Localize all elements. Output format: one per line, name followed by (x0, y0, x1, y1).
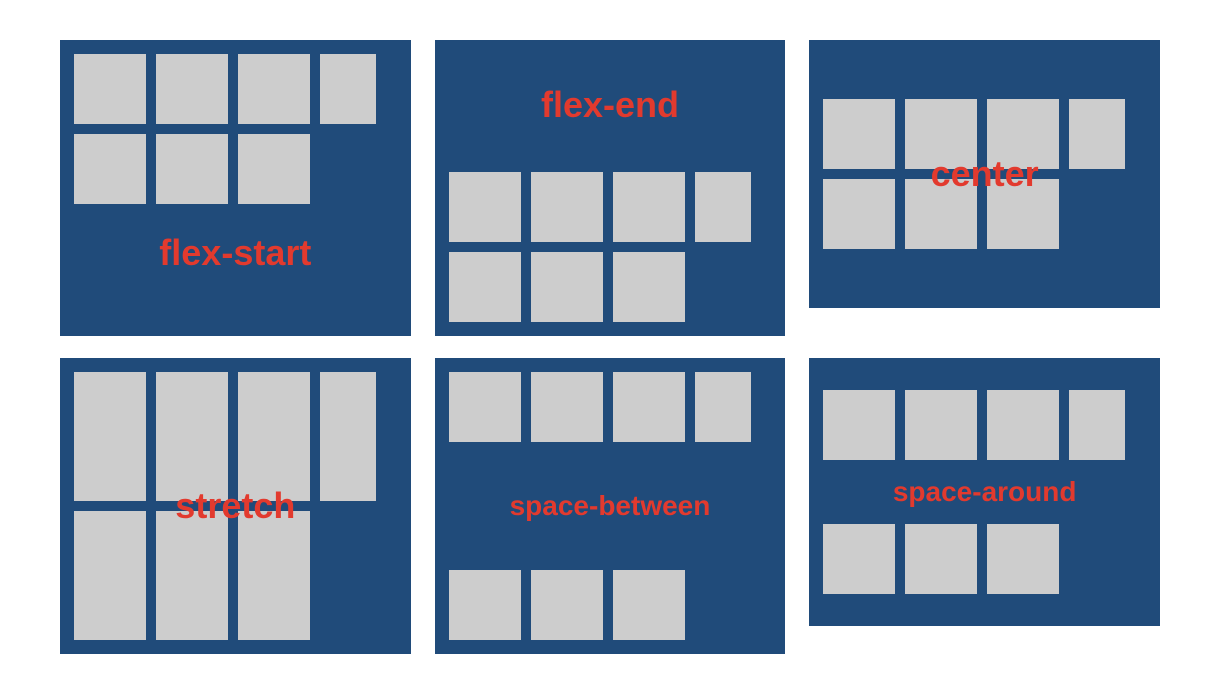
flex-item (449, 372, 521, 442)
flex-item (449, 172, 521, 242)
flex-row (74, 134, 397, 204)
flex-item (156, 372, 228, 501)
flex-item (905, 524, 977, 594)
flex-item (74, 134, 146, 204)
flex-row (449, 372, 772, 442)
flex-item (613, 172, 685, 242)
flex-item (987, 524, 1059, 594)
flex-row (449, 252, 772, 322)
panel-label: space-around (893, 476, 1077, 508)
flex-item (613, 570, 685, 640)
flex-row (74, 54, 397, 124)
flex-item (449, 570, 521, 640)
flex-item (238, 134, 310, 204)
flex-item (695, 172, 751, 242)
align-content-diagram: flex-start flex-end (60, 40, 1160, 654)
flex-item (238, 511, 310, 640)
panel-center: center (809, 40, 1160, 308)
flex-item (987, 390, 1059, 460)
panel-flex-end: flex-end (435, 40, 786, 336)
flex-row (449, 172, 772, 242)
panel-label: space-between (510, 490, 711, 522)
flex-item (823, 99, 895, 169)
flex-row (449, 570, 772, 640)
flex-item (74, 511, 146, 640)
flex-item (613, 372, 685, 442)
flex-item (905, 390, 977, 460)
flex-row (823, 524, 1146, 594)
flex-item (531, 252, 603, 322)
panel-label: flex-start (159, 232, 311, 274)
flex-item (156, 54, 228, 124)
flex-item (613, 252, 685, 322)
flex-item (156, 134, 228, 204)
flex-item (156, 511, 228, 640)
flex-item (531, 372, 603, 442)
flex-item (531, 172, 603, 242)
flex-item (320, 54, 376, 124)
flex-item (695, 372, 751, 442)
flex-item (320, 372, 376, 501)
flex-item (531, 570, 603, 640)
panel-label: flex-end (541, 84, 679, 126)
flex-item (1069, 390, 1125, 460)
flex-item (1069, 99, 1125, 169)
panel-stretch: stretch (60, 358, 411, 654)
flex-item (823, 524, 895, 594)
flex-item (238, 54, 310, 124)
panel-label: stretch (175, 485, 295, 527)
panel-label: center (931, 153, 1039, 195)
flex-item (74, 372, 146, 501)
flex-item (823, 390, 895, 460)
flex-item (74, 54, 146, 124)
panel-space-between: space-between (435, 358, 786, 654)
flex-item (238, 372, 310, 501)
panel-flex-start: flex-start (60, 40, 411, 336)
flex-row (74, 372, 397, 501)
flex-row (823, 390, 1146, 460)
flex-row (74, 511, 397, 640)
flex-item (449, 252, 521, 322)
panel-space-around: space-around (809, 358, 1160, 626)
flex-item (823, 179, 895, 249)
